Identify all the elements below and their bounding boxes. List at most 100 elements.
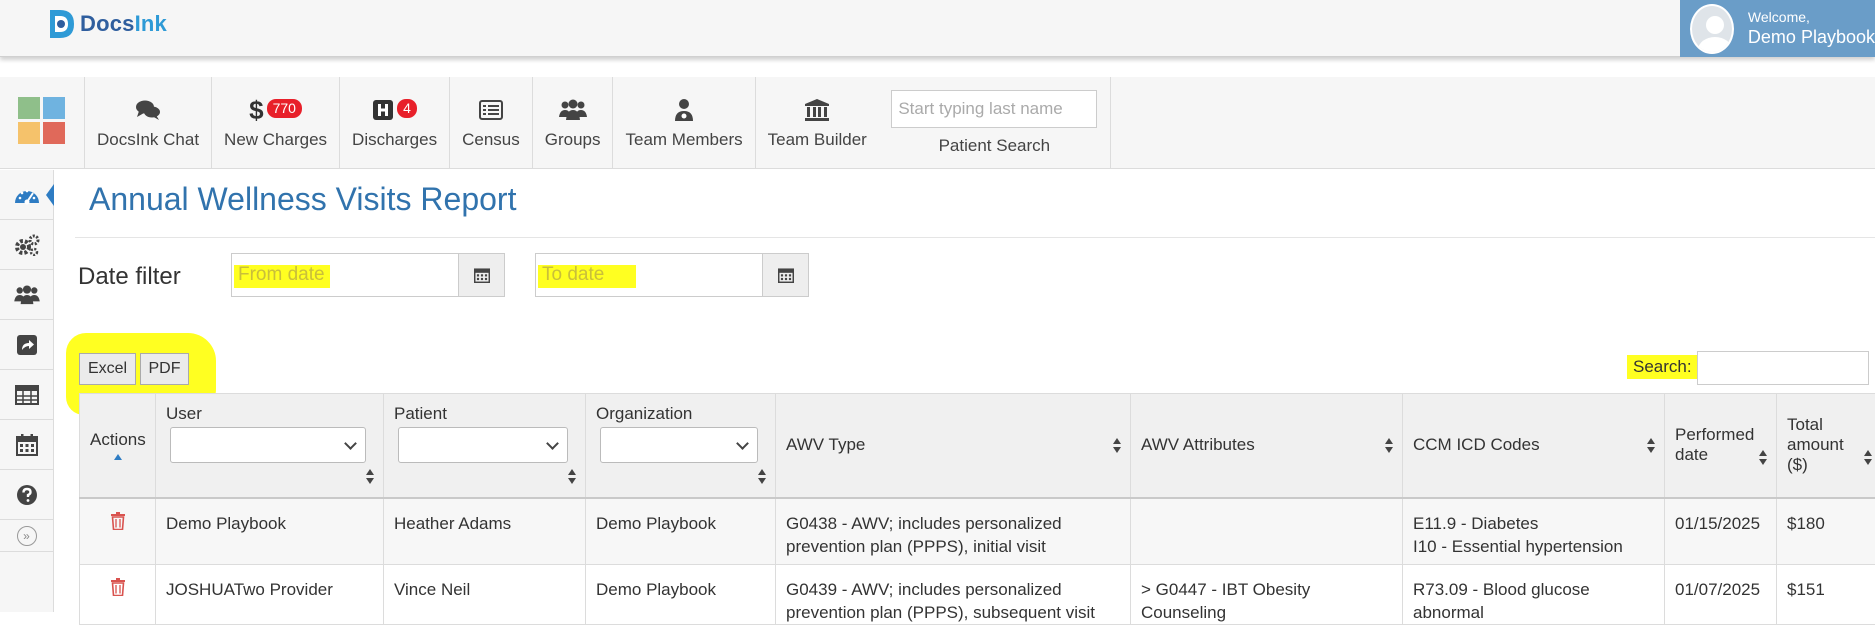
patient-search: Patient Search [879, 77, 1111, 169]
user-cell: Demo Playbook [156, 498, 384, 565]
performed-date-cell: 01/07/2025 [1665, 565, 1777, 625]
from-date-input[interactable] [231, 253, 458, 297]
from-date-group: From date [231, 253, 505, 297]
user-filter-select[interactable] [170, 427, 366, 463]
sort-icon [1646, 438, 1656, 454]
nav-census[interactable]: Census [449, 77, 532, 169]
nav-discharges[interactable]: 4 Discharges [339, 77, 449, 169]
nav-new-charges[interactable]: $ 770 New Charges [211, 77, 339, 169]
sort-icon [1112, 438, 1122, 454]
pdf-export-button[interactable]: PDF [140, 353, 189, 385]
dollar-icon: $ [249, 97, 263, 123]
trash-icon[interactable] [111, 512, 125, 530]
awv-type-cell: G0438 - AWV; includes personalized preve… [776, 498, 1131, 565]
column-header-performed-date[interactable]: Performed date [1665, 394, 1777, 498]
patient-search-input[interactable] [891, 90, 1097, 128]
sort-icon [365, 469, 375, 485]
sort-asc-icon [114, 454, 122, 460]
welcome-label: Welcome, [1748, 9, 1875, 27]
nav-label: Discharges [352, 130, 437, 150]
share-icon [16, 334, 38, 356]
awv-report-table: Actions User Patient Organization AWV Ty… [79, 393, 1875, 625]
apps-grid-icon[interactable] [18, 97, 66, 145]
column-header-actions[interactable]: Actions [80, 394, 156, 498]
docsink-logo-icon [46, 8, 76, 40]
dashboard-icon [14, 185, 40, 205]
ccm-icd-cell: E11.9 - Diabetes I10 - Essential hyperte… [1403, 498, 1665, 565]
patient-cell: Vince Neil [384, 565, 586, 625]
new-charges-badge: 770 [267, 99, 302, 118]
sidebar-expand-toggle[interactable]: » [0, 520, 53, 552]
organization-filter-select[interactable] [600, 427, 758, 463]
nav-label: Census [462, 130, 520, 150]
to-date-calendar-button[interactable] [762, 253, 809, 297]
column-header-awv-type[interactable]: AWV Type [776, 394, 1131, 498]
excel-export-button[interactable]: Excel [79, 353, 136, 385]
cogs-icon [14, 234, 40, 256]
trash-icon[interactable] [111, 578, 125, 596]
institution-icon [804, 96, 830, 124]
expand-icon: » [17, 526, 37, 546]
nav-label: Team Builder [768, 130, 867, 150]
page-title: Annual Wellness Visits Report [89, 181, 516, 218]
sidebar-item-calendar[interactable] [0, 420, 53, 470]
user-menu[interactable]: Welcome, Demo Playbook [1680, 0, 1875, 57]
to-date-group: To date [535, 253, 809, 297]
user-name: Demo Playbook [1748, 26, 1875, 49]
sidebar-item-users[interactable] [0, 270, 53, 320]
chat-icon [135, 96, 161, 124]
nav-groups[interactable]: Groups [532, 77, 613, 169]
sort-icon [757, 469, 767, 485]
patient-search-label: Patient Search [939, 136, 1051, 156]
top-header: DocsInk Welcome, Demo Playbook [0, 0, 1875, 57]
table-row: JOSHUATwo Provider Vince Neil Demo Playb… [80, 565, 1875, 625]
sidebar-item-settings[interactable] [0, 220, 53, 270]
sidebar-item-dashboard[interactable] [0, 170, 53, 220]
sort-icon [1758, 450, 1768, 466]
nav-label: DocsInk Chat [97, 130, 199, 150]
total-amount-cell: $151 [1777, 565, 1875, 625]
user-md-icon [674, 96, 694, 124]
column-header-organization[interactable]: Organization [586, 394, 776, 498]
sidebar-item-table[interactable] [0, 370, 53, 420]
list-icon [479, 96, 503, 124]
actions-cell [80, 565, 156, 625]
from-date-calendar-button[interactable] [458, 253, 505, 297]
sidebar-item-help[interactable] [0, 470, 53, 520]
patient-filter-select[interactable] [398, 427, 568, 463]
organization-cell: Demo Playbook [586, 498, 776, 565]
calendar-icon [778, 267, 794, 283]
awv-type-cell: G0439 - AWV; includes personalized preve… [776, 565, 1131, 625]
organization-cell: Demo Playbook [586, 565, 776, 625]
ccm-icd-cell: R73.09 - Blood glucose abnormal [1403, 565, 1665, 625]
table-search-input[interactable] [1697, 351, 1869, 385]
nav-team-members[interactable]: Team Members [612, 77, 754, 169]
sort-icon [1384, 438, 1394, 454]
discharges-badge: 4 [397, 99, 417, 118]
column-header-patient[interactable]: Patient [384, 394, 586, 498]
main-nav: DocsInk Chat $ 770 New Charges 4 Dischar… [0, 77, 1875, 169]
column-header-total-amount[interactable]: Total amount ($) [1777, 394, 1875, 498]
to-date-input[interactable] [535, 253, 762, 297]
column-header-ccm-icd-codes[interactable]: CCM ICD Codes [1403, 394, 1665, 498]
nav-docsink-chat[interactable]: DocsInk Chat [84, 77, 211, 169]
awv-attributes-cell [1131, 498, 1403, 565]
table-row: Demo Playbook Heather Adams Demo Playboo… [80, 498, 1875, 565]
column-header-awv-attributes[interactable]: AWV Attributes [1131, 394, 1403, 498]
user-cell: JOSHUATwo Provider [156, 565, 384, 625]
sort-icon [1863, 450, 1873, 466]
nav-team-builder[interactable]: Team Builder [755, 77, 879, 169]
title-divider [75, 237, 1875, 238]
table-icon [15, 385, 39, 405]
nav-label: Groups [545, 130, 601, 150]
table-search-label: Search: [1633, 357, 1692, 377]
column-header-user[interactable]: User [156, 394, 384, 498]
left-sidebar: » [0, 170, 54, 612]
help-icon [16, 484, 38, 506]
hospital-icon [372, 99, 394, 121]
docsink-logo[interactable]: DocsInk [46, 8, 167, 40]
nav-label: Team Members [625, 130, 742, 150]
table-header-row: Actions User Patient Organization AWV Ty… [80, 394, 1875, 498]
sidebar-item-share[interactable] [0, 320, 53, 370]
patient-cell: Heather Adams [384, 498, 586, 565]
